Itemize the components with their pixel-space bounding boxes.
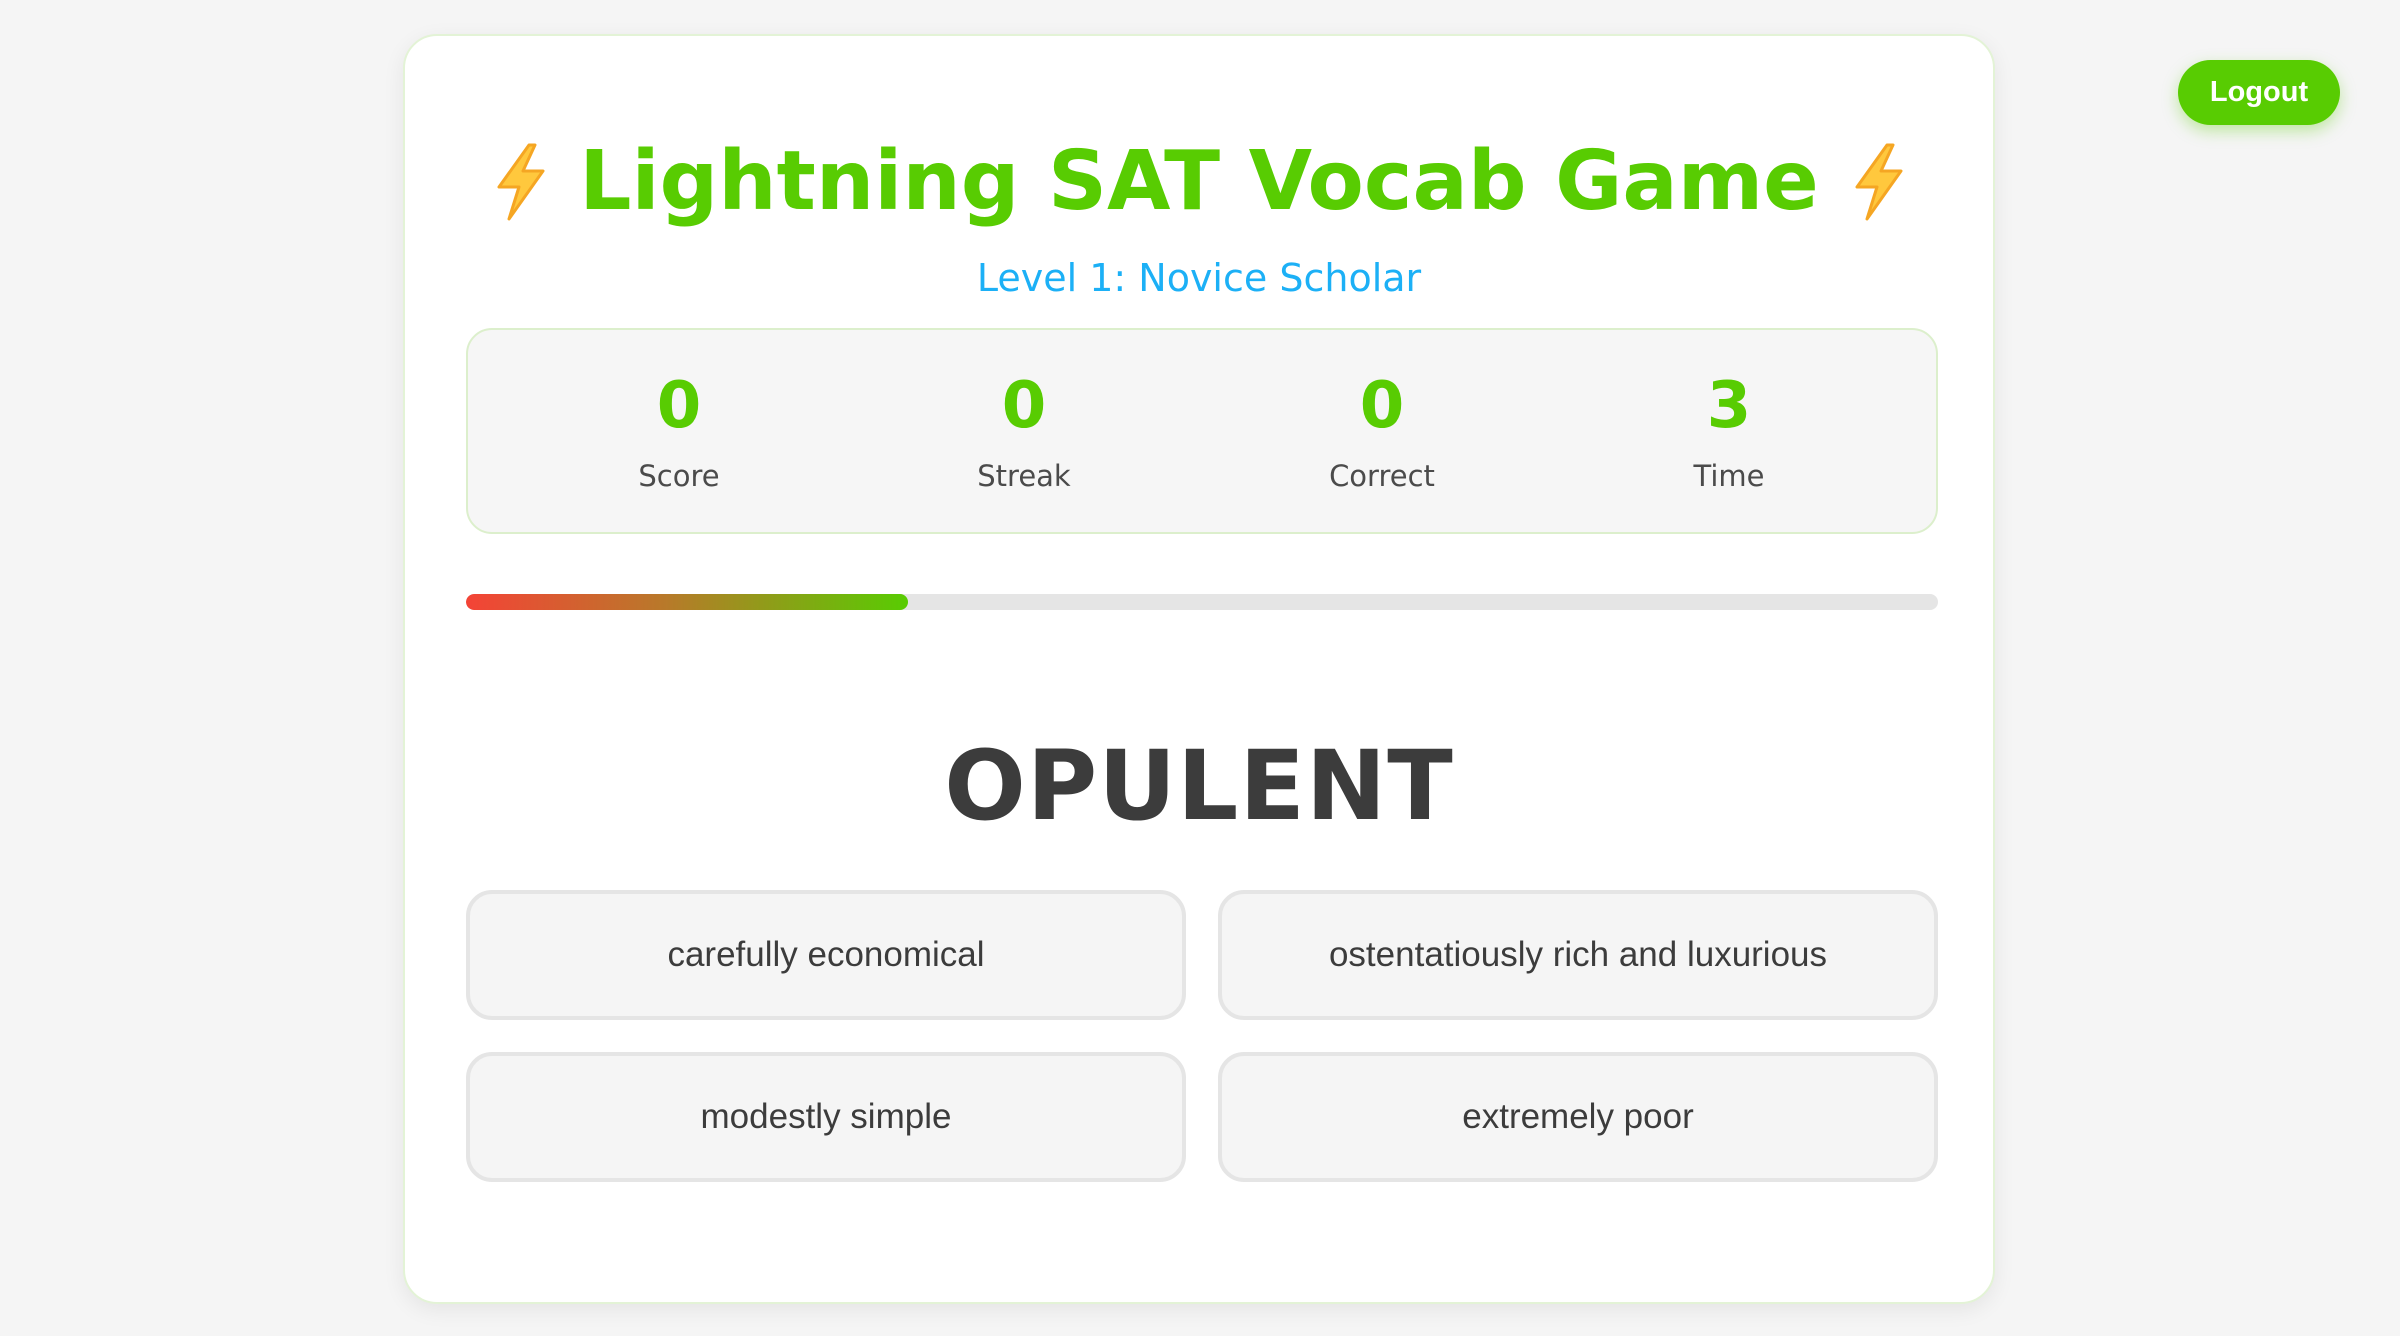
- answer-option-4[interactable]: extremely poor: [1218, 1052, 1938, 1182]
- timer-bar: [466, 594, 1938, 610]
- score-value: 0: [656, 369, 702, 443]
- game-card: Lightning SAT Vocab Game Level 1: Novice…: [403, 34, 1995, 1304]
- stat-correct: 0 Correct: [1252, 330, 1512, 532]
- correct-value: 0: [1359, 369, 1405, 443]
- answer-option-2[interactable]: ostentatiously rich and luxurious: [1218, 890, 1938, 1020]
- time-label: Time: [1693, 459, 1765, 493]
- time-value: 3: [1706, 369, 1752, 443]
- stats-panel: 0 Score 0 Streak 0 Correct 3 Time: [466, 328, 1938, 534]
- vocab-word: OPULENT: [944, 730, 1454, 842]
- lightning-bolt-icon: [1855, 143, 1903, 221]
- correct-label: Correct: [1329, 459, 1435, 493]
- lightning-bolt-icon: [497, 143, 545, 221]
- stat-score: 0 Score: [549, 330, 809, 532]
- streak-value: 0: [1001, 369, 1047, 443]
- level-label: Level 1: Novice Scholar: [976, 256, 1422, 300]
- timer-bar-fill: [466, 594, 908, 610]
- game-title: Lightning SAT Vocab Game: [405, 132, 1993, 232]
- stat-streak: 0 Streak: [894, 330, 1154, 532]
- logout-button[interactable]: Logout: [2178, 60, 2340, 125]
- stat-time: 3 Time: [1599, 330, 1859, 532]
- game-title-text: Lightning SAT Vocab Game: [579, 134, 1819, 229]
- score-label: Score: [638, 459, 720, 493]
- streak-label: Streak: [977, 459, 1071, 493]
- answer-option-1[interactable]: carefully economical: [466, 890, 1186, 1020]
- answer-option-3[interactable]: modestly simple: [466, 1052, 1186, 1182]
